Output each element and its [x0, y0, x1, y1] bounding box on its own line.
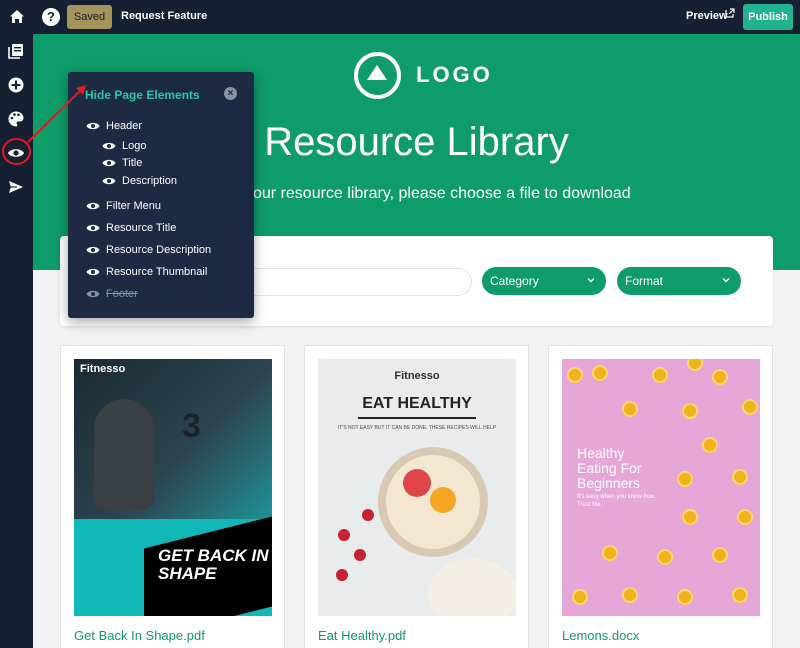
lemon-slice: [652, 367, 668, 383]
lemon-slice: [682, 509, 698, 525]
thumbnail-headline: GET BACK IN SHAPE: [158, 546, 269, 583]
food-bowl: [428, 559, 516, 616]
lemon-slice: [622, 401, 638, 417]
resource-thumbnail[interactable]: Healthy Eating For Beginners It's easy w…: [562, 359, 760, 616]
add-icon[interactable]: [7, 76, 25, 94]
eye-icon[interactable]: [86, 267, 100, 277]
logo-text: LOGO: [416, 62, 493, 87]
eye-icon[interactable]: [102, 176, 116, 186]
chevron-down-icon: [587, 277, 595, 283]
lemon-slice: [732, 587, 748, 603]
eye-icon[interactable]: [86, 201, 100, 211]
lemon-slice: [737, 509, 753, 525]
lemon-slice: [702, 437, 718, 453]
panel-item-label: Header: [106, 120, 143, 132]
resource-title[interactable]: Lemons.docx: [562, 628, 639, 643]
page-title-text: Resource Library: [264, 120, 569, 164]
berry: [362, 509, 374, 521]
panel-item-label: Resource Description: [106, 244, 212, 256]
resource-title[interactable]: Get Back In Shape.pdf: [74, 628, 205, 643]
resource-card[interactable]: Fitnesso EAT HEALTHY IT'S NOT EASY BUT I…: [304, 345, 529, 648]
resource-title[interactable]: Eat Healthy.pdf: [318, 628, 406, 643]
chevron-down-icon: [722, 277, 730, 283]
page-description: our resource library, please choose a fi…: [253, 185, 631, 202]
home-icon[interactable]: [8, 8, 26, 26]
eye-icon[interactable]: [86, 121, 100, 131]
lemon-slice: [622, 587, 638, 603]
athlete-figure: [94, 399, 154, 509]
format-dropdown[interactable]: Format: [617, 267, 741, 295]
eye-icon[interactable]: [102, 158, 116, 168]
panel-item-label: Resource Title: [106, 222, 177, 234]
resource-card[interactable]: Healthy Eating For Beginners It's easy w…: [548, 345, 773, 648]
lemon-slice: [732, 469, 748, 485]
resource-thumbnail[interactable]: Fitnesso 3 GET BACK IN SHAPE: [74, 359, 272, 616]
lemon-slice: [687, 359, 703, 371]
lemon-slice: [657, 549, 673, 565]
eye-icon[interactable]: [86, 245, 100, 255]
berry: [338, 529, 350, 541]
lemon-slice: [677, 589, 693, 605]
panel-item-label: Logo: [122, 140, 147, 152]
category-dropdown[interactable]: Category: [482, 267, 606, 295]
title-rule: [358, 417, 476, 419]
panel-item-label: Filter Menu: [106, 200, 162, 212]
left-sidebar: [0, 34, 33, 648]
berry: [354, 549, 366, 561]
eye-icon[interactable]: [86, 289, 100, 299]
palette-icon[interactable]: [7, 110, 25, 128]
thumbnail-brand: Fitnesso: [394, 370, 440, 382]
panel-item-label: Description: [122, 175, 178, 187]
eye-icon[interactable]: [86, 223, 100, 233]
saved-badge: Saved: [67, 5, 112, 29]
lemon-slice: [682, 403, 698, 419]
library-icon[interactable]: [7, 42, 25, 60]
resource-card[interactable]: Fitnesso 3 GET BACK IN SHAPE Get Back In…: [60, 345, 285, 648]
external-link-icon: [725, 8, 735, 18]
thumbnail-headline: EAT HEALTHY: [362, 395, 472, 412]
resource-thumbnail[interactable]: Fitnesso EAT HEALTHY IT'S NOT EASY BUT I…: [318, 359, 516, 616]
lemon-slice: [712, 369, 728, 385]
lemon-slice: [572, 589, 588, 605]
panel-title: Hide Page Elements: [85, 88, 200, 102]
close-icon[interactable]: ×: [224, 87, 237, 100]
lemon-slice: [677, 471, 693, 487]
thumbnail-brand: Fitnesso: [80, 363, 126, 375]
preview-link[interactable]: Preview: [686, 10, 728, 22]
category-dropdown-label: Category: [490, 274, 539, 288]
panel-item-label: Resource Thumbnail: [106, 266, 208, 278]
fruit-slice: [430, 487, 456, 513]
eye-icon[interactable]: [102, 141, 116, 151]
fruit-slice: [403, 469, 431, 497]
request-feature-link[interactable]: Request Feature: [121, 10, 207, 22]
thumbnail-tagline: IT'S NOT EASY BUT IT CAN BE DONE. THESE …: [337, 425, 497, 431]
logo-triangle-icon: [367, 65, 387, 80]
thumbnail-tagline: It's easy when you know how. Trust Me.: [577, 494, 656, 508]
format-dropdown-label: Format: [625, 274, 664, 288]
panel-item-label: Title: [122, 157, 143, 169]
lemon-slice: [742, 399, 758, 415]
lemon-slice: [567, 367, 583, 383]
help-icon[interactable]: ?: [42, 8, 60, 26]
thumbnail-number: 3: [182, 407, 201, 445]
panel-item-label: Footer: [106, 288, 138, 300]
lemon-slice: [592, 365, 608, 381]
thumbnail-headline: Healthy Eating For Beginners: [577, 445, 642, 491]
hide-page-elements-panel: Hide Page Elements × Header Logo Title Desc…: [68, 72, 254, 318]
lemon-slice: [602, 545, 618, 561]
publish-button[interactable]: Publish: [743, 4, 793, 30]
top-bar: ? Saved Request Feature Preview Publish: [0, 0, 800, 34]
send-icon[interactable]: [7, 178, 25, 196]
lemon-slice: [712, 547, 728, 563]
berry: [336, 569, 348, 581]
eye-icon-highlight-circle: [2, 138, 31, 165]
